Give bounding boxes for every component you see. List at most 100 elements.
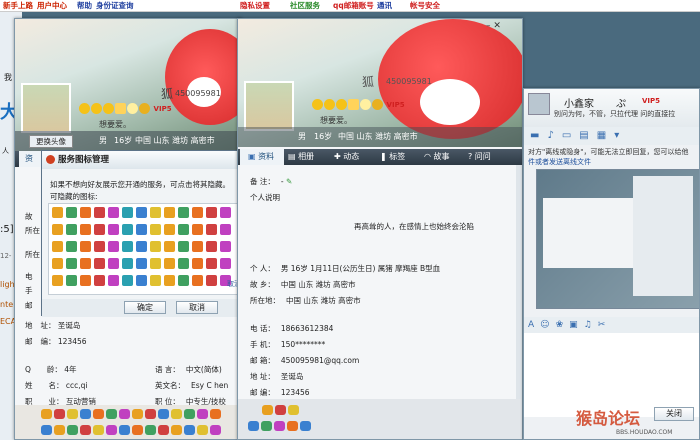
service-icon[interactable] [80, 207, 91, 218]
minimize-icon[interactable]: – [486, 21, 491, 31]
service-icon[interactable] [52, 207, 63, 218]
service-icon[interactable] [122, 258, 133, 269]
more-icon[interactable]: ▾ [614, 130, 627, 141]
service-icon[interactable] [136, 207, 147, 218]
service-icon[interactable] [178, 241, 189, 252]
service-icon[interactable] [150, 241, 161, 252]
service-icon[interactable] [178, 207, 189, 218]
service-icon[interactable] [94, 275, 105, 286]
service-icon[interactable] [94, 224, 105, 235]
service-icons-row[interactable]: VIP5 [312, 99, 405, 110]
tab-tags[interactable]: ❚ 标签 [380, 149, 422, 165]
service-icon[interactable] [122, 224, 133, 235]
service-icon[interactable] [108, 258, 119, 269]
service-icon[interactable] [136, 275, 147, 286]
window-controls[interactable]: – ✕ [486, 21, 501, 31]
service-icon[interactable] [122, 207, 133, 218]
service-icon[interactable] [52, 275, 63, 286]
cancel-button[interactable]: 取消 [176, 301, 218, 314]
nav-link-privacy[interactable]: 隐私设置 [240, 0, 270, 11]
video-icon[interactable]: ▬ [530, 130, 547, 141]
icon-grid[interactable] [48, 203, 238, 295]
service-icon[interactable] [164, 275, 175, 286]
nav-link-help[interactable]: 帮助 [77, 0, 92, 11]
close-button[interactable]: 关闭 [654, 407, 694, 421]
service-icon[interactable] [94, 258, 105, 269]
service-icon[interactable] [220, 241, 231, 252]
service-icon[interactable] [150, 258, 161, 269]
service-icon[interactable] [52, 241, 63, 252]
service-icon[interactable] [192, 258, 203, 269]
service-icon[interactable] [220, 207, 231, 218]
nav-link-newbie[interactable]: 新手上路 [3, 0, 33, 11]
avatar[interactable] [244, 81, 294, 131]
nav-link-community[interactable]: 社区服务 [290, 0, 320, 11]
service-icon[interactable] [192, 207, 203, 218]
avatar[interactable] [528, 93, 550, 115]
service-icon[interactable] [136, 241, 147, 252]
tab-album[interactable]: ▤ 相册 [288, 149, 330, 165]
service-icon[interactable] [192, 224, 203, 235]
service-icon[interactable] [66, 275, 77, 286]
nav-link-comm[interactable]: 通讯 [377, 0, 392, 11]
service-icon[interactable] [66, 224, 77, 235]
change-avatar-button[interactable]: 更换头像 [29, 135, 73, 148]
service-icon[interactable] [108, 241, 119, 252]
monitor-icon[interactable]: ▭ [562, 130, 579, 141]
service-icon[interactable] [66, 207, 77, 218]
tab-ask[interactable]: ? 问问 [468, 149, 512, 165]
service-icon[interactable] [136, 224, 147, 235]
service-icon[interactable] [66, 241, 77, 252]
dialog-title-bar[interactable]: 服务图标管理 [42, 151, 244, 169]
image-icon[interactable]: ▣ [569, 320, 584, 330]
service-icon[interactable] [220, 258, 231, 269]
emoji-icon[interactable]: ☺ [540, 320, 555, 330]
service-icon[interactable] [164, 258, 175, 269]
service-icon[interactable] [206, 207, 217, 218]
service-icon[interactable] [80, 258, 91, 269]
service-icon[interactable] [80, 224, 91, 235]
folder-icon[interactable]: ▤ [579, 130, 596, 141]
screenshot-icon[interactable]: ✂ [598, 320, 612, 330]
nav-link-user-center[interactable]: 用户中心 [37, 0, 67, 11]
service-icon[interactable] [178, 275, 189, 286]
service-icon[interactable] [150, 224, 161, 235]
service-icon[interactable] [52, 258, 63, 269]
service-icon[interactable] [192, 275, 203, 286]
service-icon[interactable] [122, 275, 133, 286]
tab-story[interactable]: ◠ 故事 [424, 149, 466, 165]
service-icon[interactable] [94, 207, 105, 218]
service-icon[interactable] [150, 275, 161, 286]
edit-icon[interactable]: ✎ [286, 177, 292, 186]
service-icon[interactable] [220, 224, 231, 235]
service-icon[interactable] [178, 224, 189, 235]
tab-profile[interactable]: ▣ 资料 [240, 149, 284, 165]
service-icon[interactable] [178, 258, 189, 269]
service-icon[interactable] [80, 275, 91, 286]
service-icon[interactable] [122, 241, 133, 252]
service-icon[interactable] [94, 241, 105, 252]
nav-link-account-security[interactable]: 帐号安全 [410, 0, 440, 11]
service-icon[interactable] [164, 241, 175, 252]
field-value[interactable]: - [281, 177, 284, 186]
service-icon[interactable] [192, 241, 203, 252]
service-icons-row[interactable]: VIP5 [79, 103, 172, 114]
font-icon[interactable]: A [528, 320, 540, 330]
app-icon[interactable]: ▦ [597, 130, 614, 141]
close-icon[interactable]: ✕ [493, 21, 501, 31]
service-icon[interactable] [164, 207, 175, 218]
signature[interactable]: 想要爱。 [99, 119, 131, 130]
nav-link-id-query[interactable]: 身份证查询 [96, 0, 134, 11]
mic-icon[interactable]: ♪ [547, 130, 561, 141]
service-icon[interactable] [206, 224, 217, 235]
scrollbar[interactable] [516, 165, 522, 399]
service-icon[interactable] [206, 241, 217, 252]
ok-button[interactable]: 确定 [124, 301, 166, 314]
service-icon[interactable] [66, 258, 77, 269]
chat-toolbar[interactable]: ▬♪▭▤▦▾ [524, 127, 699, 145]
service-icon[interactable] [206, 258, 217, 269]
avatar[interactable] [21, 83, 71, 133]
input-toolbar[interactable]: A☺❀▣♫✂ [524, 317, 699, 333]
gift-icon[interactable]: ❀ [556, 320, 570, 330]
service-icon[interactable] [52, 224, 63, 235]
